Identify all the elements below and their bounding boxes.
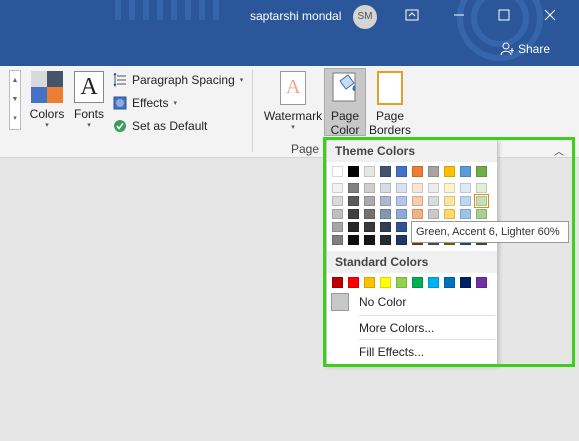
- colors-icon: [31, 71, 63, 103]
- ribbon-display-options-icon[interactable]: [400, 6, 424, 28]
- fonts-icon: A: [74, 71, 104, 103]
- minimize-icon[interactable]: [447, 6, 471, 28]
- maximize-icon[interactable]: [492, 6, 516, 28]
- page-color-label-line1: Page: [330, 109, 360, 123]
- watermark-icon: A: [280, 71, 306, 105]
- fonts-dropdown-icon: ▾: [87, 122, 91, 129]
- watermark-label: Watermark: [263, 109, 323, 123]
- page-color-button-content[interactable]: Page Color: [325, 71, 365, 137]
- paragraph-spacing-dropdown-icon: ▾: [239, 77, 244, 84]
- checkmark-icon: [114, 120, 126, 132]
- effects-icon: [113, 96, 127, 110]
- page-color-icon: [331, 71, 359, 105]
- paragraph-spacing-button[interactable]: Paragraph Spacing ▾: [113, 69, 243, 91]
- effects-label: Effects: [132, 96, 169, 110]
- page-borders-label-line2: Borders: [368, 123, 412, 137]
- more-icon[interactable]: ▾: [10, 109, 20, 128]
- share-button[interactable]: Share: [500, 42, 550, 56]
- fonts-label: Fonts: [73, 107, 104, 121]
- paragraph-spacing-icon: [113, 73, 126, 87]
- fonts-button[interactable]: A Fonts ▾: [72, 71, 106, 131]
- set-as-default-label: Set as Default: [132, 119, 208, 133]
- colors-dropdown-icon: ▾: [45, 122, 49, 129]
- effects-button[interactable]: Effects ▾: [113, 92, 177, 114]
- gallery-scroller[interactable]: ▲ ▼ ▾: [9, 70, 21, 130]
- user-name[interactable]: saptarshi mondal: [250, 9, 341, 23]
- set-as-default-button[interactable]: Set as Default: [113, 115, 207, 137]
- scroll-down-icon[interactable]: ▼: [10, 90, 20, 109]
- page-borders-label-line1: Page: [375, 109, 405, 123]
- share-label: Share: [518, 42, 551, 56]
- avatar[interactable]: SM: [353, 5, 377, 29]
- page-borders-icon: [377, 71, 403, 105]
- group-separator: [252, 70, 253, 152]
- scroll-up-icon[interactable]: ▲: [10, 71, 20, 90]
- share-icon: [500, 42, 514, 56]
- effects-dropdown-icon: ▾: [173, 100, 177, 107]
- close-icon[interactable]: [538, 6, 562, 28]
- watermark-button[interactable]: A Watermark ▾: [262, 71, 324, 133]
- paragraph-spacing-label: Paragraph Spacing: [132, 73, 235, 87]
- page-borders-button[interactable]: Page Borders: [368, 71, 412, 137]
- colors-button[interactable]: Colors ▾: [29, 71, 65, 131]
- highlight-box: [323, 137, 575, 367]
- colors-label: Colors: [29, 107, 65, 121]
- watermark-dropdown-icon: ▾: [291, 124, 295, 131]
- page-color-label-line2: Color: [330, 123, 360, 137]
- title-bar: saptarshi mondal SM Share: [0, 0, 579, 66]
